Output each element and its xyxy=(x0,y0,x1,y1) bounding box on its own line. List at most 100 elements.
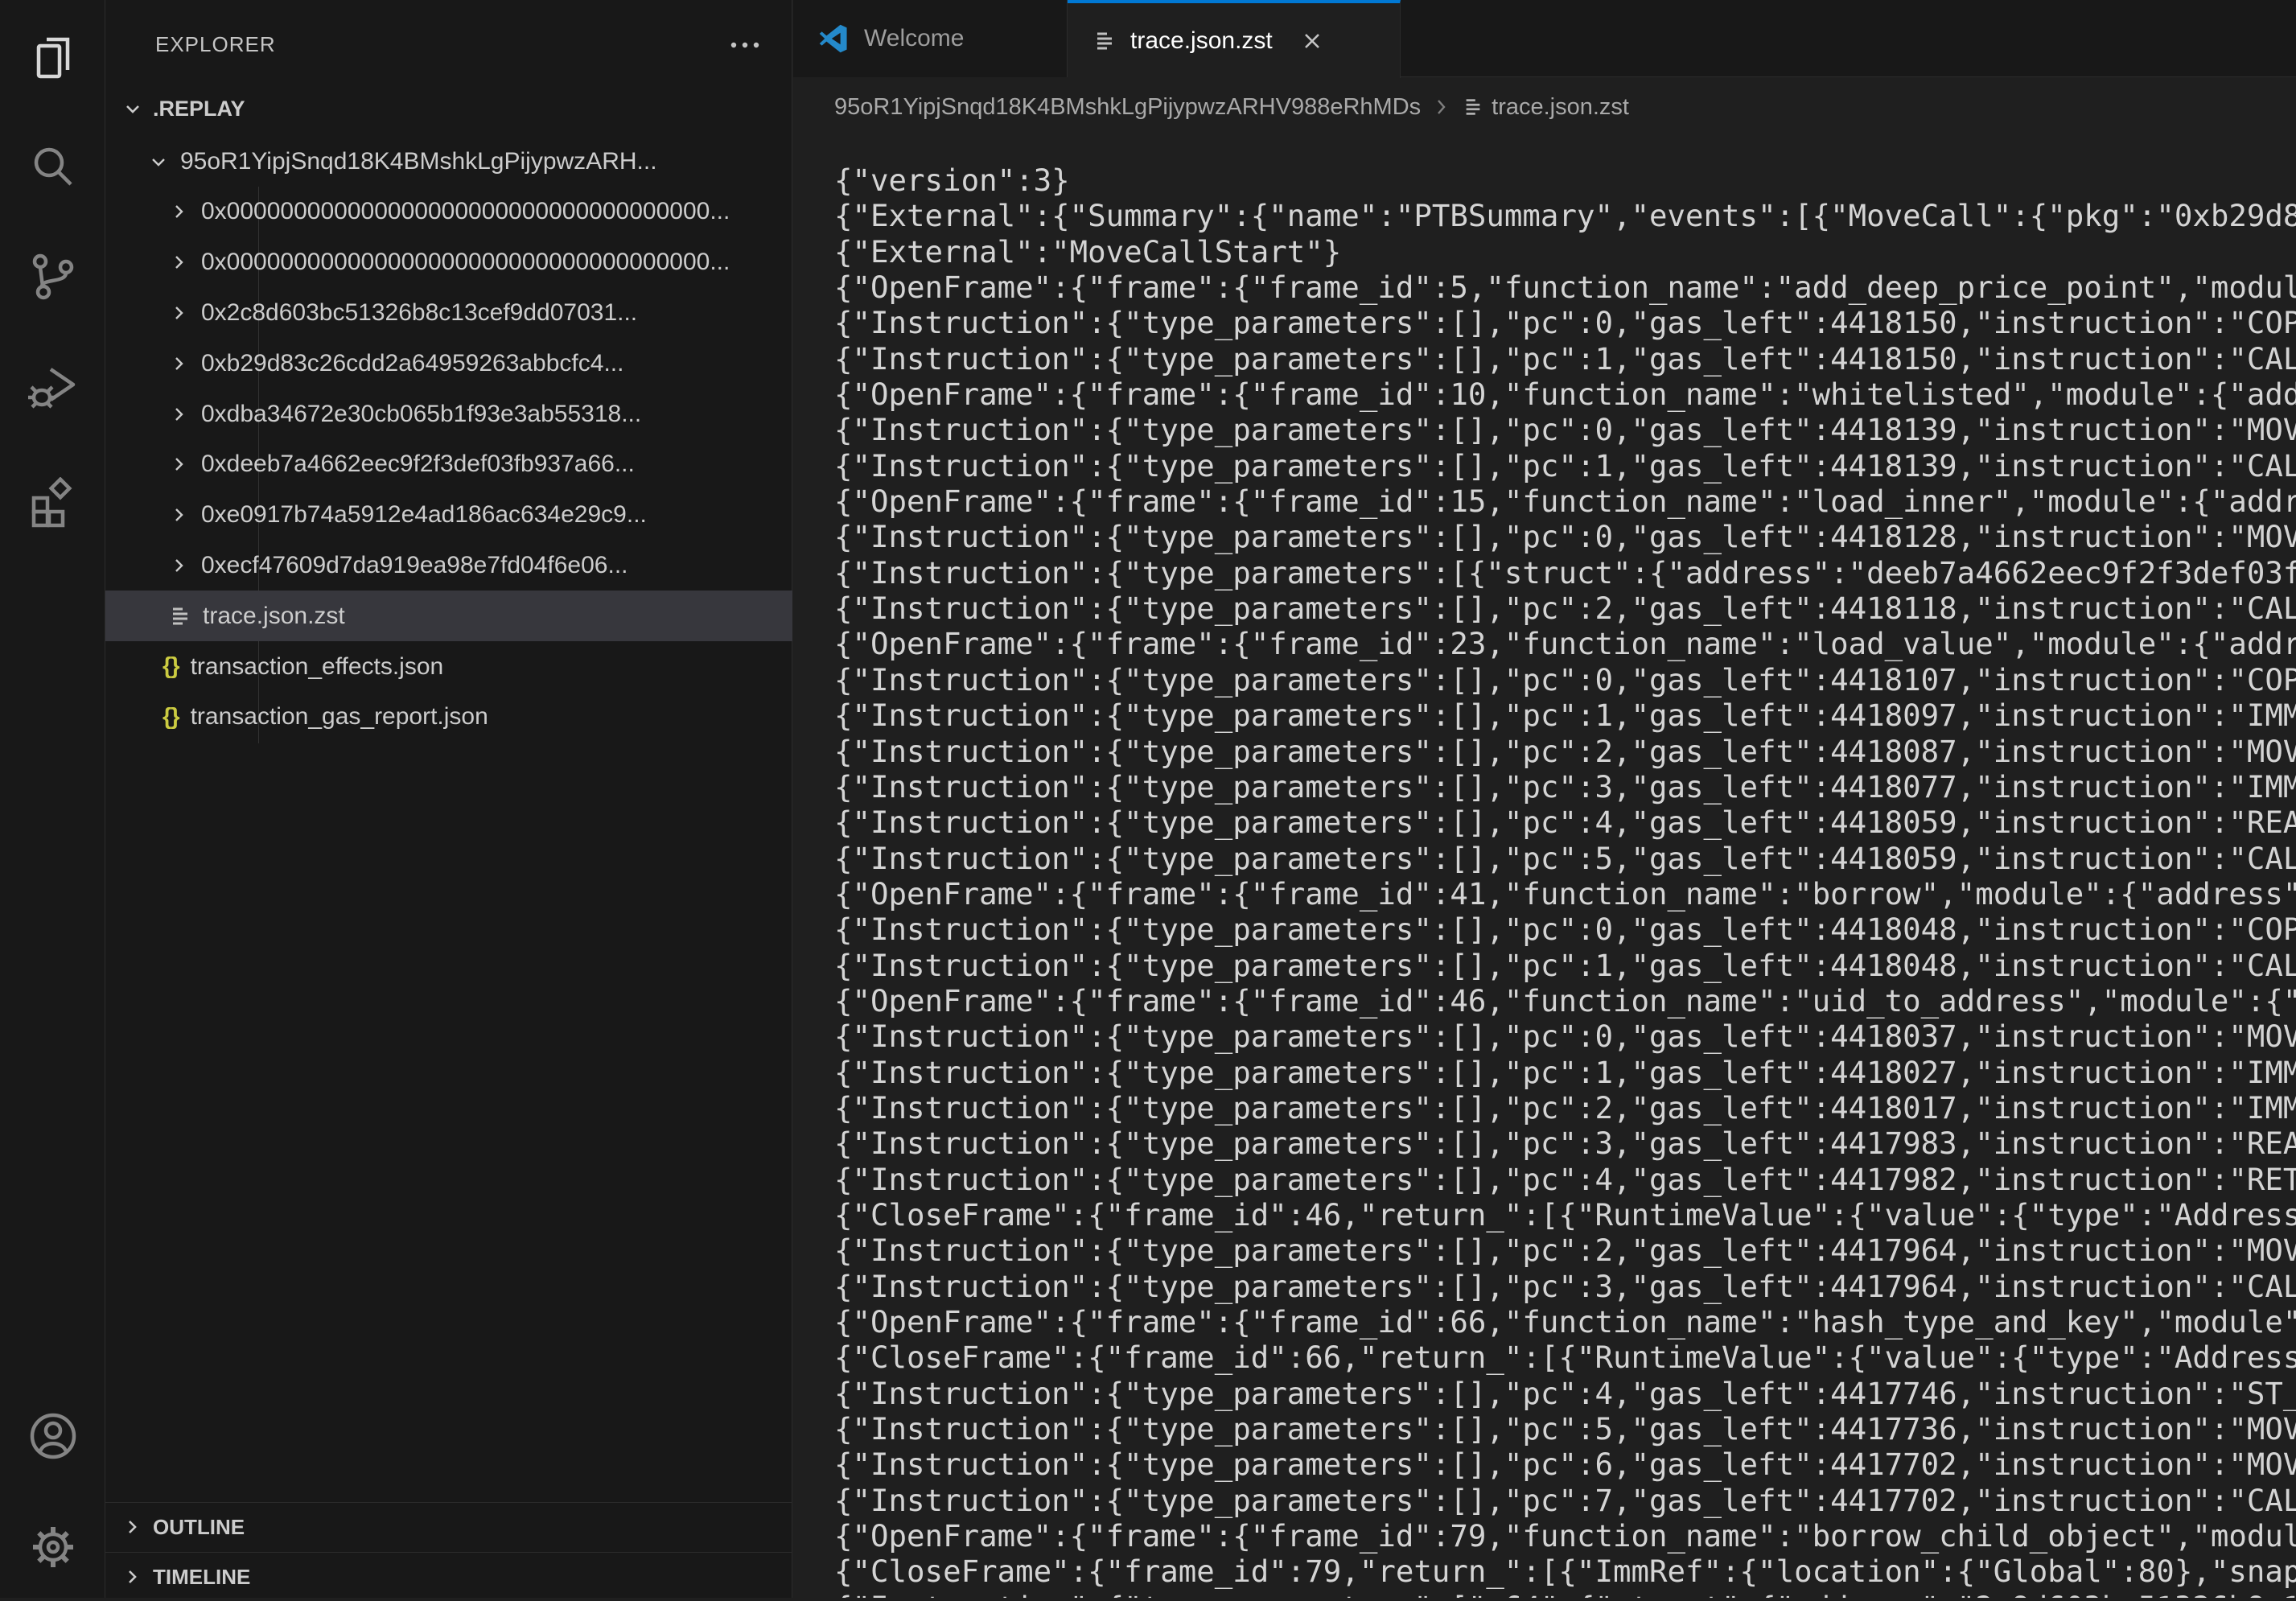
chevron-right-icon xyxy=(169,353,190,374)
tree-item-label: transaction_gas_report.json xyxy=(191,703,488,731)
section-replay[interactable]: .REPLAY xyxy=(105,84,792,134)
code-line[interactable]: {"Instruction":{"type_parameters":[],"pc… xyxy=(834,412,2296,447)
activity-run-debug-button[interactable] xyxy=(0,344,105,432)
tree-item-label: transaction_effects.json xyxy=(191,653,444,681)
section-timeline[interactable]: TIMELINE xyxy=(105,1552,792,1601)
sidebar-explorer: EXPLORER .REPLAY 95oR1YipjSnqd18K4BMshkL… xyxy=(105,0,792,1598)
explorer-more-actions-icon[interactable] xyxy=(717,31,773,60)
code-line[interactable]: {"Instruction":{"type_parameters":[],"pc… xyxy=(834,591,2296,626)
breadcrumb-file[interactable]: trace.json.zst xyxy=(1492,94,1629,121)
code-line[interactable]: {"OpenFrame":{"frame":{"frame_id":46,"fu… xyxy=(834,983,2296,1019)
explorer-header: EXPLORER xyxy=(105,24,792,64)
code-line[interactable]: {"Instruction":{"type_parameters":[],"pc… xyxy=(834,1376,2296,1411)
code-line[interactable]: {"OpenFrame":{"frame":{"frame_id":15,"fu… xyxy=(834,484,2296,519)
code-line[interactable]: {"Instruction":{"type_parameters":[],"pc… xyxy=(834,662,2296,698)
files-icon xyxy=(27,31,79,87)
code-line[interactable]: {"Instruction":{"type_parameters":[],"pc… xyxy=(834,912,2296,947)
chevron-right-icon xyxy=(169,555,190,576)
code-line[interactable]: {"Instruction":{"type_parameters":[],"pc… xyxy=(834,734,2296,769)
code-line[interactable]: {"Instruction":{"type_parameters":[],"pc… xyxy=(834,1055,2296,1090)
vscode-logo-icon xyxy=(819,24,848,53)
code-line[interactable]: {"Instruction":{"type_parameters":["u64"… xyxy=(834,1590,2296,1598)
tree-item-transaction-gas-report-json[interactable]: {}transaction_gas_report.json xyxy=(105,692,792,743)
breadcrumb-folder[interactable]: 95oR1YipjSnqd18K4BMshkLgPijypwzARHV988eR… xyxy=(834,94,1421,121)
code-line[interactable]: {"Instruction":{"type_parameters":[],"pc… xyxy=(834,841,2296,876)
code-line[interactable]: {"OpenFrame":{"frame":{"frame_id":79,"fu… xyxy=(834,1518,2296,1554)
tree-item-label: 95oR1YipjSnqd18K4BMshkLgPijypwzARH... xyxy=(180,148,657,175)
close-icon[interactable] xyxy=(1297,26,1327,56)
file-lines-icon xyxy=(1093,29,1116,53)
code-line[interactable]: {"Instruction":{"type_parameters":[],"pc… xyxy=(834,1019,2296,1054)
explorer-title: EXPLORER xyxy=(155,32,276,57)
code-line[interactable]: {"Instruction":{"type_parameters":[],"pc… xyxy=(834,1090,2296,1126)
code-line[interactable]: {"Instruction":{"type_parameters":[{"str… xyxy=(834,555,2296,591)
chevron-right-icon xyxy=(169,454,190,475)
code-line[interactable]: {"OpenFrame":{"frame":{"frame_id":23,"fu… xyxy=(834,626,2296,661)
activity-extensions-button[interactable] xyxy=(0,460,105,549)
code-line[interactable]: {"OpenFrame":{"frame":{"frame_id":66,"fu… xyxy=(834,1304,2296,1340)
code-line[interactable]: {"Instruction":{"type_parameters":[],"pc… xyxy=(834,769,2296,805)
code-line[interactable]: {"External":"MoveCallStart"} xyxy=(834,234,2296,270)
tree-item-0xe0917b74a5912e4ad186ac634e29[interactable]: 0xe0917b74a5912e4ad186ac634e29c9... xyxy=(105,490,792,541)
activity-source-control-button[interactable] xyxy=(0,234,105,323)
tree-item-0x2c8d603bc51326b8c13cef9dd070[interactable]: 0x2c8d603bc51326b8c13cef9dd07031... xyxy=(105,287,792,338)
editor-pane[interactable]: {"version":3}{"External":{"Summary":{"na… xyxy=(793,136,2296,1598)
tree-item-0x0000000000000000000000000000[interactable]: 0x000000000000000000000000000000000000..… xyxy=(105,237,792,288)
braces-icon: {} xyxy=(163,653,179,680)
chevron-down-icon xyxy=(148,151,169,172)
code-line[interactable]: {"Instruction":{"type_parameters":[],"pc… xyxy=(834,341,2296,377)
code-line[interactable]: {"Instruction":{"type_parameters":[],"pc… xyxy=(834,1269,2296,1304)
code-line[interactable]: {"Instruction":{"type_parameters":[],"pc… xyxy=(834,1447,2296,1482)
tab-welcome[interactable]: Welcome xyxy=(793,0,1068,77)
chevron-right-icon xyxy=(169,201,190,222)
chevron-right-icon xyxy=(169,404,190,425)
code-line[interactable]: {"CloseFrame":{"frame_id":46,"return_":[… xyxy=(834,1197,2296,1233)
tree-item-0xdba34672e30cb065b1f93e3ab553[interactable]: 0xdba34672e30cb065b1f93e3ab55318... xyxy=(105,389,792,439)
tree-item-label: 0x000000000000000000000000000000000000..… xyxy=(201,249,730,276)
code-line[interactable]: {"Instruction":{"type_parameters":[],"pc… xyxy=(834,805,2296,840)
editor-tab-bar: Welcome trace.json.zst xyxy=(793,0,2296,77)
activity-account-button[interactable] xyxy=(0,1393,105,1482)
source-control-icon xyxy=(27,251,79,307)
tree-item-0x0000000000000000000000000000[interactable]: 0x000000000000000000000000000000000000..… xyxy=(105,187,792,237)
code-line[interactable]: {"Instruction":{"type_parameters":[],"pc… xyxy=(834,305,2296,340)
code-line[interactable]: {"Instruction":{"type_parameters":[],"pc… xyxy=(834,519,2296,554)
tab-trace-json-zst[interactable]: trace.json.zst xyxy=(1068,0,1401,78)
tree-item-0xdeeb7a4662eec9f2f3def03fb937[interactable]: 0xdeeb7a4662eec9f2f3def03fb937a66... xyxy=(105,439,792,490)
tree-item-trace-json-zst[interactable]: trace.json.zst xyxy=(105,591,792,641)
code-line[interactable]: {"Instruction":{"type_parameters":[],"pc… xyxy=(834,948,2296,983)
tree-item-0xecf47609d7da919ea98e7fd04f6e[interactable]: 0xecf47609d7da919ea98e7fd04f6e06... xyxy=(105,540,792,591)
activity-settings-button[interactable] xyxy=(0,1504,105,1593)
code-line[interactable]: {"OpenFrame":{"frame":{"frame_id":5,"fun… xyxy=(834,270,2296,305)
code-line[interactable]: {"Instruction":{"type_parameters":[],"pc… xyxy=(834,1483,2296,1518)
activity-search-button[interactable] xyxy=(0,124,105,212)
code-line[interactable]: {"Instruction":{"type_parameters":[],"pc… xyxy=(834,1233,2296,1268)
code-line[interactable]: {"OpenFrame":{"frame":{"frame_id":41,"fu… xyxy=(834,876,2296,912)
file-lines-icon xyxy=(1463,96,1483,118)
code-line[interactable]: {"version":3} xyxy=(834,163,2296,198)
chevron-right-icon xyxy=(169,252,190,273)
tree-item-label: 0xdba34672e30cb065b1f93e3ab55318... xyxy=(201,401,641,428)
code-line[interactable]: {"Instruction":{"type_parameters":[],"pc… xyxy=(834,1162,2296,1197)
tree-item-label: 0xecf47609d7da919ea98e7fd04f6e06... xyxy=(201,552,628,579)
code-line[interactable]: {"Instruction":{"type_parameters":[],"pc… xyxy=(834,1411,2296,1447)
code-line[interactable]: {"Instruction":{"type_parameters":[],"pc… xyxy=(834,1126,2296,1161)
search-icon xyxy=(27,141,79,196)
code-line[interactable]: {"OpenFrame":{"frame":{"frame_id":10,"fu… xyxy=(834,377,2296,412)
tab-welcome-label: Welcome xyxy=(864,25,964,52)
code-line[interactable]: {"External":{"Summary":{"name":"PTBSumma… xyxy=(834,198,2296,233)
chevron-right-icon xyxy=(122,1517,143,1537)
breadcrumb: 95oR1YipjSnqd18K4BMshkLgPijypwzARHV988eR… xyxy=(793,78,2296,136)
code-line[interactable]: {"Instruction":{"type_parameters":[],"pc… xyxy=(834,698,2296,733)
tree-item-0xb29d83c26cdd2a64959263abbcfc[interactable]: 0xb29d83c26cdd2a64959263abbcfc4... xyxy=(105,338,792,389)
tree-item-95or1yipjsnqd18k4bmshklgpijypw[interactable]: 95oR1YipjSnqd18K4BMshkLgPijypwzARH... xyxy=(105,136,792,187)
activity-bar xyxy=(0,0,105,1598)
code-line[interactable]: {"CloseFrame":{"frame_id":66,"return_":[… xyxy=(834,1340,2296,1375)
section-outline[interactable]: OUTLINE xyxy=(105,1502,792,1551)
tree-item-label: 0xb29d83c26cdd2a64959263abbcfc4... xyxy=(201,350,623,377)
code-line[interactable]: {"Instruction":{"type_parameters":[],"pc… xyxy=(834,448,2296,484)
chevron-right-icon xyxy=(169,303,190,323)
code-line[interactable]: {"CloseFrame":{"frame_id":79,"return_":[… xyxy=(834,1554,2296,1589)
tree-item-transaction-effects-json[interactable]: {} transaction_effects.json xyxy=(105,641,792,692)
activity-explorer-button[interactable] xyxy=(0,14,105,103)
